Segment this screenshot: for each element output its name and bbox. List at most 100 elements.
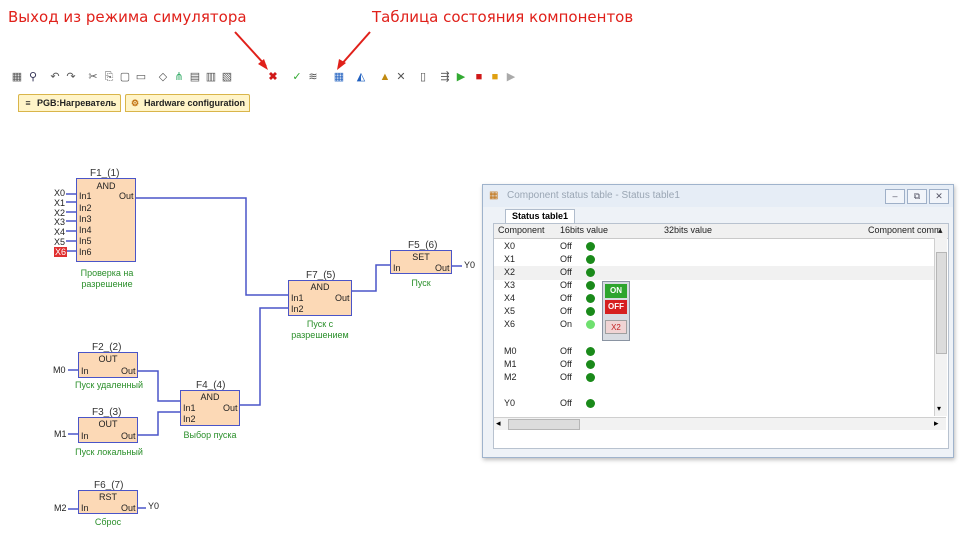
exit-simulator-icon[interactable]: ✖ xyxy=(266,70,280,84)
tab-program-label: PGB:Нагреватель xyxy=(37,98,117,108)
block-f2-in: In xyxy=(81,366,89,376)
table-row[interactable]: M0 Off xyxy=(494,345,934,359)
copy-icon[interactable]: ⎘ xyxy=(102,70,116,84)
scroll-up-icon[interactable]: ▴ xyxy=(938,225,943,236)
tab-hardware[interactable]: ⚙ Hardware configuration xyxy=(125,94,251,112)
run-icon[interactable]: ▶ xyxy=(454,70,468,84)
status-window-title: Component status table - Status table1 xyxy=(507,190,680,201)
force-on-button[interactable]: ON xyxy=(605,284,627,298)
f6-output-y0: Y0 xyxy=(148,501,160,511)
redo-icon[interactable]: ↷ xyxy=(64,70,78,84)
grid-icon[interactable]: ▦ xyxy=(10,70,24,84)
led-icon xyxy=(586,268,595,277)
table-row[interactable]: Y0 Off xyxy=(494,397,934,411)
block-f2-caption: Пуск удаленный xyxy=(75,380,143,390)
step-icon[interactable]: ▶ xyxy=(504,70,518,84)
table-row[interactable]: M2 Off xyxy=(494,371,934,385)
table-row[interactable]: X1 Off xyxy=(494,253,934,267)
led-icon xyxy=(586,320,595,329)
block-f4-out: Out xyxy=(223,403,238,413)
monitor-icon[interactable]: ◭ xyxy=(354,70,368,84)
window-app-icon: ▦ xyxy=(489,190,499,201)
led-icon xyxy=(586,399,595,408)
paste-icon[interactable]: ▢ xyxy=(118,70,132,84)
check-icon[interactable]: ✓ xyxy=(290,70,304,84)
table-row[interactable]: X4 Off xyxy=(494,292,934,306)
block-f3[interactable]: OUT In Out xyxy=(78,417,138,443)
f1-input-x0: X0 xyxy=(54,188,66,198)
scroll-right-icon[interactable]: ▸ xyxy=(934,418,939,429)
table-row[interactable]: X6 On xyxy=(494,318,934,332)
col-16bits[interactable]: 16bits value xyxy=(560,225,608,235)
col-comment[interactable]: Component comm xyxy=(868,225,942,235)
table-row[interactable]: X3 Off xyxy=(494,279,934,293)
io-icon[interactable]: ⇶ xyxy=(438,70,452,84)
block-f7-in1: In1 xyxy=(291,293,304,303)
minimize-button[interactable]: ‒ xyxy=(885,189,905,204)
tool-d-icon[interactable]: ▧ xyxy=(220,70,234,84)
scroll-down-icon[interactable]: ▾ xyxy=(937,404,941,413)
table-row[interactable]: M1 Off xyxy=(494,358,934,372)
cut-icon[interactable]: ✂ xyxy=(86,70,100,84)
block-f7[interactable]: AND In1 In2 Out xyxy=(288,280,352,316)
hardware-icon: ⚙ xyxy=(130,98,140,108)
block-f1[interactable]: AND In1 In2 In3 In4 In5 In6 Out xyxy=(76,178,136,262)
block-f1-in1: In1 xyxy=(79,191,92,201)
block-f2[interactable]: OUT In Out xyxy=(78,352,138,378)
f2-input-m0: M0 xyxy=(53,365,66,375)
binoculars-icon[interactable]: ⚲ xyxy=(26,70,40,84)
toolbar: ▦ ⚲ ↶ ↷ ✂ ⎘ ▢ ▭ ◇ ⋔ ▤ ▥ ▧ ✖ ✓ ≋ ▦ ◭ ▲ ✕ … xyxy=(6,66,566,90)
unlock-icon[interactable]: ✕ xyxy=(394,70,408,84)
status-table-icon[interactable]: ▦ xyxy=(332,70,346,84)
led-icon xyxy=(586,242,595,251)
horizontal-scroll-thumb[interactable] xyxy=(508,419,580,430)
vertical-scroll-thumb[interactable] xyxy=(936,252,947,354)
delete-icon[interactable]: ▭ xyxy=(134,70,148,84)
table-row[interactable]: X0 Off xyxy=(494,240,934,254)
undo-icon[interactable]: ↶ xyxy=(48,70,62,84)
close-button[interactable]: ✕ xyxy=(929,189,949,204)
block-f7-out: Out xyxy=(335,293,350,303)
block-f1-in3: In3 xyxy=(79,214,92,224)
led-icon xyxy=(586,255,595,264)
tool-c-icon[interactable]: ▥ xyxy=(204,70,218,84)
tool-a-icon[interactable]: ⋔ xyxy=(172,70,186,84)
block-f5-out: Out xyxy=(435,263,450,273)
maximize-button[interactable]: ⧉ xyxy=(907,189,927,204)
force-off-button[interactable]: OFF xyxy=(605,300,627,314)
block-f1-out: Out xyxy=(119,191,134,201)
tool-b-icon[interactable]: ▤ xyxy=(188,70,202,84)
block-f1-in2: In2 xyxy=(79,203,92,213)
block-f4[interactable]: AND In1 In2 Out xyxy=(180,390,240,426)
col-component[interactable]: Component xyxy=(498,225,545,235)
led-icon xyxy=(586,307,595,316)
led-icon xyxy=(586,360,595,369)
horizontal-scrollbar[interactable]: ◂ ▸ xyxy=(494,417,946,430)
block-f6-in: In xyxy=(81,503,89,513)
table-row[interactable]: X5 Off xyxy=(494,305,934,319)
col-32bits[interactable]: 32bits value xyxy=(664,225,712,235)
f1-input-x4: X4 xyxy=(54,227,66,237)
page-icon[interactable]: ▯ xyxy=(416,70,430,84)
block-f2-out: Out xyxy=(121,366,136,376)
lock-icon[interactable]: ▲ xyxy=(378,70,392,84)
block-f7-type: AND xyxy=(310,282,330,292)
pause-icon[interactable]: ■ xyxy=(488,70,502,84)
scroll-left-icon[interactable]: ◂ xyxy=(496,418,501,429)
block-f6[interactable]: RST In Out xyxy=(78,490,138,514)
status-window-titlebar[interactable]: ▦ Component status table - Status table1… xyxy=(483,185,953,207)
block-f6-type: RST xyxy=(99,492,117,502)
block-f3-type: OUT xyxy=(98,419,118,429)
block-f5[interactable]: SET In Out xyxy=(390,250,452,274)
shape-icon[interactable]: ◇ xyxy=(156,70,170,84)
block-f5-caption: Пуск xyxy=(411,278,431,288)
compare-icon[interactable]: ≋ xyxy=(306,70,320,84)
f6-input-m2: M2 xyxy=(54,503,67,513)
stop-icon[interactable]: ■ xyxy=(472,70,486,84)
tab-hardware-label: Hardware configuration xyxy=(144,98,246,108)
status-grid: Component 16bits value 32bits value Comp… xyxy=(493,223,949,449)
tab-program[interactable]: ≡ PGB:Нагреватель xyxy=(18,94,122,112)
tab-status-table1[interactable]: Status table1 xyxy=(505,209,576,223)
table-row[interactable]: X2 Off xyxy=(494,266,934,280)
vertical-scrollbar[interactable]: ▾ xyxy=(934,238,947,416)
